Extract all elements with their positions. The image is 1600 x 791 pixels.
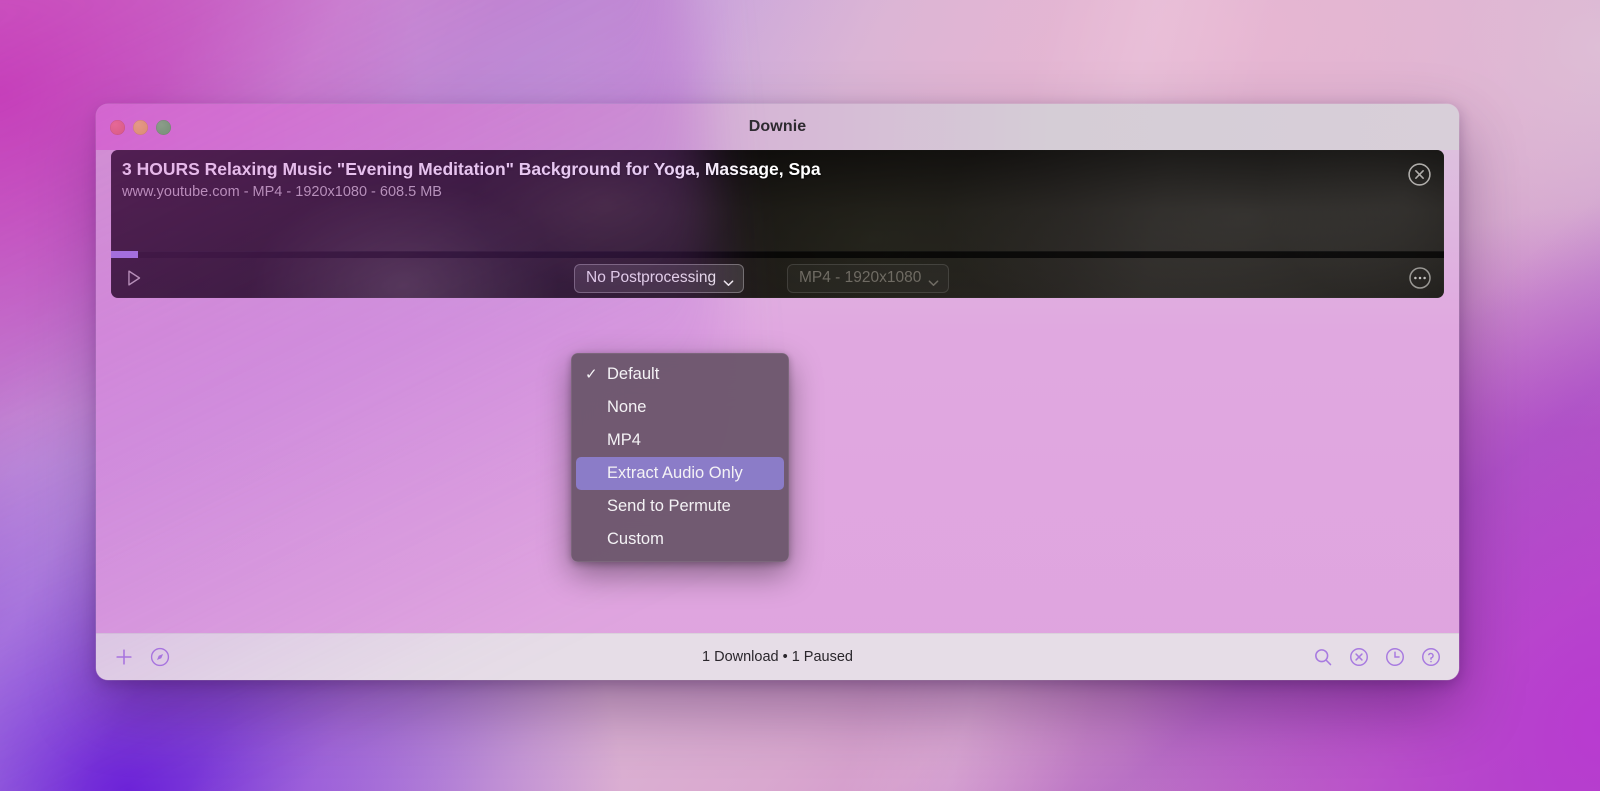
download-controls: No Postprocessing MP4 - 1920x1080: [111, 258, 1444, 298]
menu-item-send-to-permute[interactable]: Send to Permute: [576, 490, 784, 523]
format-dropdown-label: MP4 - 1920x1080: [799, 269, 921, 287]
chevron-down-icon: [723, 274, 734, 282]
download-title: 3 HOURS Relaxing Music "Evening Meditati…: [122, 159, 1388, 180]
minimize-window-button[interactable]: [133, 120, 148, 135]
search-icon[interactable]: [1312, 646, 1334, 668]
menu-item-none[interactable]: None: [576, 391, 784, 424]
compass-icon[interactable]: [149, 646, 171, 668]
download-item-row[interactable]: 3 HOURS Relaxing Music "Evening Meditati…: [111, 150, 1444, 298]
download-progress-bar[interactable]: [111, 251, 1444, 258]
download-progress-fill: [111, 251, 138, 258]
downie-window: Downie 3 HOURS Relaxing Music "Evening M…: [96, 104, 1459, 680]
menu-item-label: MP4: [607, 431, 641, 450]
menu-item-label: None: [607, 398, 646, 417]
menu-item-extract-audio-only[interactable]: Extract Audio Only: [576, 457, 784, 490]
postprocessing-dropdown[interactable]: No Postprocessing: [574, 264, 744, 293]
window-titlebar: Downie: [96, 104, 1459, 150]
play-triangle-icon[interactable]: [123, 267, 145, 289]
download-item-text: 3 HOURS Relaxing Music "Evening Meditati…: [122, 159, 1388, 200]
postprocessing-dropdown-label: No Postprocessing: [586, 269, 716, 287]
menu-item-label: Default: [607, 365, 659, 384]
menu-item-default[interactable]: ✓ Default: [576, 358, 784, 391]
desktop-wallpaper: Downie 3 HOURS Relaxing Music "Evening M…: [0, 0, 1600, 791]
toolbar-left-group: [113, 646, 171, 668]
downloads-list: 3 HOURS Relaxing Music "Evening Meditati…: [96, 150, 1459, 633]
toolbar-right-group: [1312, 646, 1442, 668]
menu-item-label: Extract Audio Only: [607, 464, 743, 483]
close-window-button[interactable]: [110, 120, 125, 135]
plus-icon[interactable]: [113, 646, 135, 668]
window-title: Downie: [96, 118, 1459, 136]
question-circle-icon[interactable]: [1420, 646, 1442, 668]
close-circle-icon[interactable]: [1407, 162, 1432, 187]
menu-item-label: Custom: [607, 530, 664, 549]
menu-item-custom[interactable]: Custom: [576, 523, 784, 556]
traffic-lights: [110, 120, 171, 135]
bottom-toolbar: 1 Download • 1 Paused: [96, 633, 1459, 680]
chevron-down-icon: [928, 274, 939, 282]
menu-item-label: Send to Permute: [607, 497, 731, 516]
postprocessing-menu[interactable]: ✓ Default None MP4 Extract Audio Only Se…: [571, 353, 789, 562]
menu-item-mp4[interactable]: MP4: [576, 424, 784, 457]
status-text: 1 Download • 1 Paused: [96, 649, 1459, 665]
download-subtitle: www.youtube.com - MP4 - 1920x1080 - 608.…: [122, 184, 1388, 200]
close-circle-icon[interactable]: [1348, 646, 1370, 668]
clock-icon[interactable]: [1384, 646, 1406, 668]
format-dropdown[interactable]: MP4 - 1920x1080: [787, 264, 949, 293]
maximize-window-button[interactable]: [156, 120, 171, 135]
ellipsis-circle-icon[interactable]: [1408, 266, 1432, 290]
checkmark-icon: ✓: [585, 367, 598, 382]
